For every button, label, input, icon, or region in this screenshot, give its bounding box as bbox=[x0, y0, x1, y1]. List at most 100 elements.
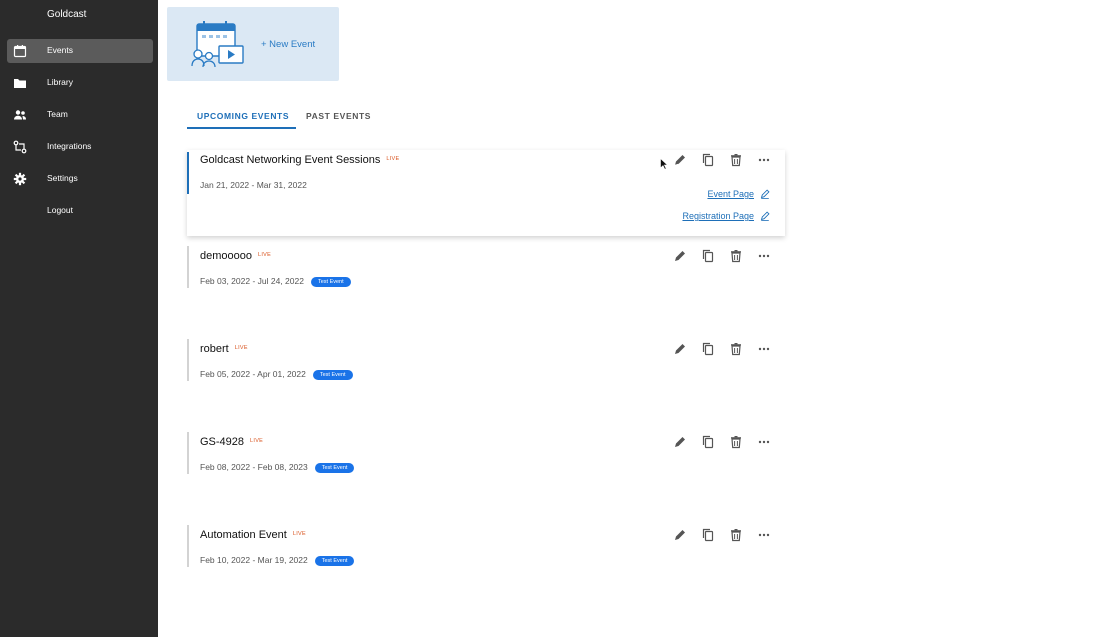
trash-icon bbox=[731, 529, 741, 542]
copy-icon bbox=[702, 249, 714, 263]
edit-button[interactable] bbox=[673, 342, 687, 356]
event-title-wrap: Goldcast Networking Event Sessions LIVE bbox=[200, 154, 400, 166]
event-title-wrap: Automation Event LIVE bbox=[200, 529, 306, 541]
sidebar-item-label: Settings bbox=[47, 173, 78, 183]
event-dates-wrap: Feb 05, 2022 - Apr 01, 2022 Test Event bbox=[200, 369, 353, 380]
more-options-button[interactable] bbox=[757, 153, 771, 167]
folder-icon bbox=[14, 79, 26, 88]
copy-icon bbox=[702, 153, 714, 167]
delete-button[interactable] bbox=[729, 342, 743, 356]
more-horizontal-icon bbox=[758, 440, 770, 444]
edit-button[interactable] bbox=[673, 435, 687, 449]
event-title-wrap: GS-4928 LIVE bbox=[200, 436, 263, 448]
event-row-accent bbox=[187, 152, 189, 194]
event-actions bbox=[673, 435, 771, 449]
brand-name: Goldcast bbox=[47, 9, 87, 20]
sidebar-item-team[interactable]: Team bbox=[7, 103, 153, 127]
registration-page-label: Registration Page bbox=[682, 211, 754, 221]
event-dates-wrap: Feb 03, 2022 - Jul 24, 2022 Test Event bbox=[200, 276, 351, 287]
event-title-wrap: robert LIVE bbox=[200, 343, 248, 355]
sidebar-item-label: Logout bbox=[47, 205, 73, 215]
event-row[interactable]: Goldcast Networking Event Sessions LIVE J… bbox=[187, 150, 785, 236]
delete-button[interactable] bbox=[729, 249, 743, 263]
more-horizontal-icon bbox=[758, 347, 770, 351]
people-icon bbox=[14, 110, 26, 120]
event-row-accent bbox=[187, 339, 189, 381]
edit-button[interactable] bbox=[673, 153, 687, 167]
delete-button[interactable] bbox=[729, 435, 743, 449]
event-row-accent bbox=[187, 432, 189, 474]
registration-page-link[interactable]: Registration Page bbox=[682, 211, 770, 221]
sidebar-item-events[interactable]: Events bbox=[7, 39, 153, 63]
event-dates: Feb 08, 2022 - Feb 08, 2023 bbox=[200, 462, 308, 472]
trash-icon bbox=[731, 250, 741, 263]
event-title: demooooo bbox=[200, 250, 252, 262]
event-dates-wrap: Feb 10, 2022 - Mar 19, 2022 Test Event bbox=[200, 555, 355, 566]
live-badge: LIVE bbox=[386, 156, 400, 162]
event-page-link[interactable]: Event Page bbox=[707, 189, 770, 199]
event-page-label: Event Page bbox=[707, 189, 754, 199]
duplicate-button[interactable] bbox=[701, 528, 715, 542]
edit-button[interactable] bbox=[673, 528, 687, 542]
delete-button[interactable] bbox=[729, 153, 743, 167]
copy-icon bbox=[702, 528, 714, 542]
duplicate-button[interactable] bbox=[701, 153, 715, 167]
gear-icon bbox=[13, 172, 27, 186]
event-row[interactable]: demooooo LIVE Feb 03, 2022 - Jul 24, 2022… bbox=[187, 246, 785, 290]
test-event-badge: Test Event bbox=[310, 277, 351, 287]
test-event-badge: Test Event bbox=[314, 556, 355, 566]
event-actions bbox=[673, 528, 771, 542]
event-row[interactable]: robert LIVE Feb 05, 2022 - Apr 01, 2022 Te… bbox=[187, 339, 785, 383]
event-row[interactable]: GS-4928 LIVE Feb 08, 2022 - Feb 08, 2023 T… bbox=[187, 432, 785, 476]
delete-button[interactable] bbox=[729, 528, 743, 542]
edit-link-icon[interactable] bbox=[760, 211, 770, 221]
event-title: Goldcast Networking Event Sessions bbox=[200, 154, 381, 166]
sidebar-item-library[interactable]: Library bbox=[7, 71, 153, 95]
tab-past-events[interactable]: PAST EVENTS bbox=[306, 111, 371, 121]
pencil-icon bbox=[675, 530, 685, 540]
more-options-button[interactable] bbox=[757, 435, 771, 449]
trash-icon bbox=[731, 436, 741, 449]
more-options-button[interactable] bbox=[757, 528, 771, 542]
pencil-icon bbox=[674, 155, 685, 166]
trash-icon bbox=[731, 154, 741, 167]
copy-icon bbox=[702, 435, 714, 449]
event-actions bbox=[673, 249, 771, 263]
event-row-accent bbox=[187, 525, 189, 567]
more-options-button[interactable] bbox=[757, 249, 771, 263]
edit-link-icon[interactable] bbox=[760, 189, 770, 199]
copy-icon bbox=[702, 342, 714, 356]
edit-button[interactable] bbox=[673, 249, 687, 263]
more-horizontal-icon bbox=[758, 158, 770, 162]
sidebar-item-label: Library bbox=[47, 77, 73, 87]
event-dates: Feb 05, 2022 - Apr 01, 2022 bbox=[200, 369, 306, 379]
active-tab-indicator bbox=[187, 127, 296, 129]
pencil-icon bbox=[675, 251, 685, 261]
event-dates: Jan 21, 2022 - Mar 31, 2022 bbox=[200, 180, 307, 190]
sidebar-item-integrations[interactable]: Integrations bbox=[7, 135, 153, 159]
sidebar-item-logout[interactable]: Logout bbox=[7, 199, 153, 223]
integrations-icon bbox=[13, 140, 27, 154]
tab-upcoming-events[interactable]: UPCOMING EVENTS bbox=[197, 111, 289, 121]
event-actions bbox=[673, 342, 771, 356]
live-badge: LIVE bbox=[292, 531, 306, 537]
more-options-button[interactable] bbox=[757, 342, 771, 356]
sidebar-item-settings[interactable]: Settings bbox=[7, 167, 153, 191]
sidebar-item-label: Team bbox=[47, 109, 68, 119]
more-horizontal-icon bbox=[758, 533, 770, 537]
new-event-button[interactable]: + New Event bbox=[167, 7, 339, 81]
event-row[interactable]: Automation Event LIVE Feb 10, 2022 - Mar … bbox=[187, 525, 785, 569]
duplicate-button[interactable] bbox=[701, 342, 715, 356]
live-badge: LIVE bbox=[258, 252, 272, 258]
live-badge: LIVE bbox=[250, 438, 264, 444]
test-event-badge: Test Event bbox=[314, 463, 355, 473]
trash-icon bbox=[731, 343, 741, 356]
mouse-cursor-icon bbox=[660, 158, 668, 170]
event-dates: Feb 03, 2022 - Jul 24, 2022 bbox=[200, 276, 304, 286]
duplicate-button[interactable] bbox=[701, 435, 715, 449]
event-actions bbox=[673, 153, 771, 167]
duplicate-button[interactable] bbox=[701, 249, 715, 263]
live-badge: LIVE bbox=[234, 345, 248, 351]
event-dates-wrap: Feb 08, 2022 - Feb 08, 2023 Test Event bbox=[200, 462, 355, 473]
event-title: robert bbox=[200, 343, 229, 355]
